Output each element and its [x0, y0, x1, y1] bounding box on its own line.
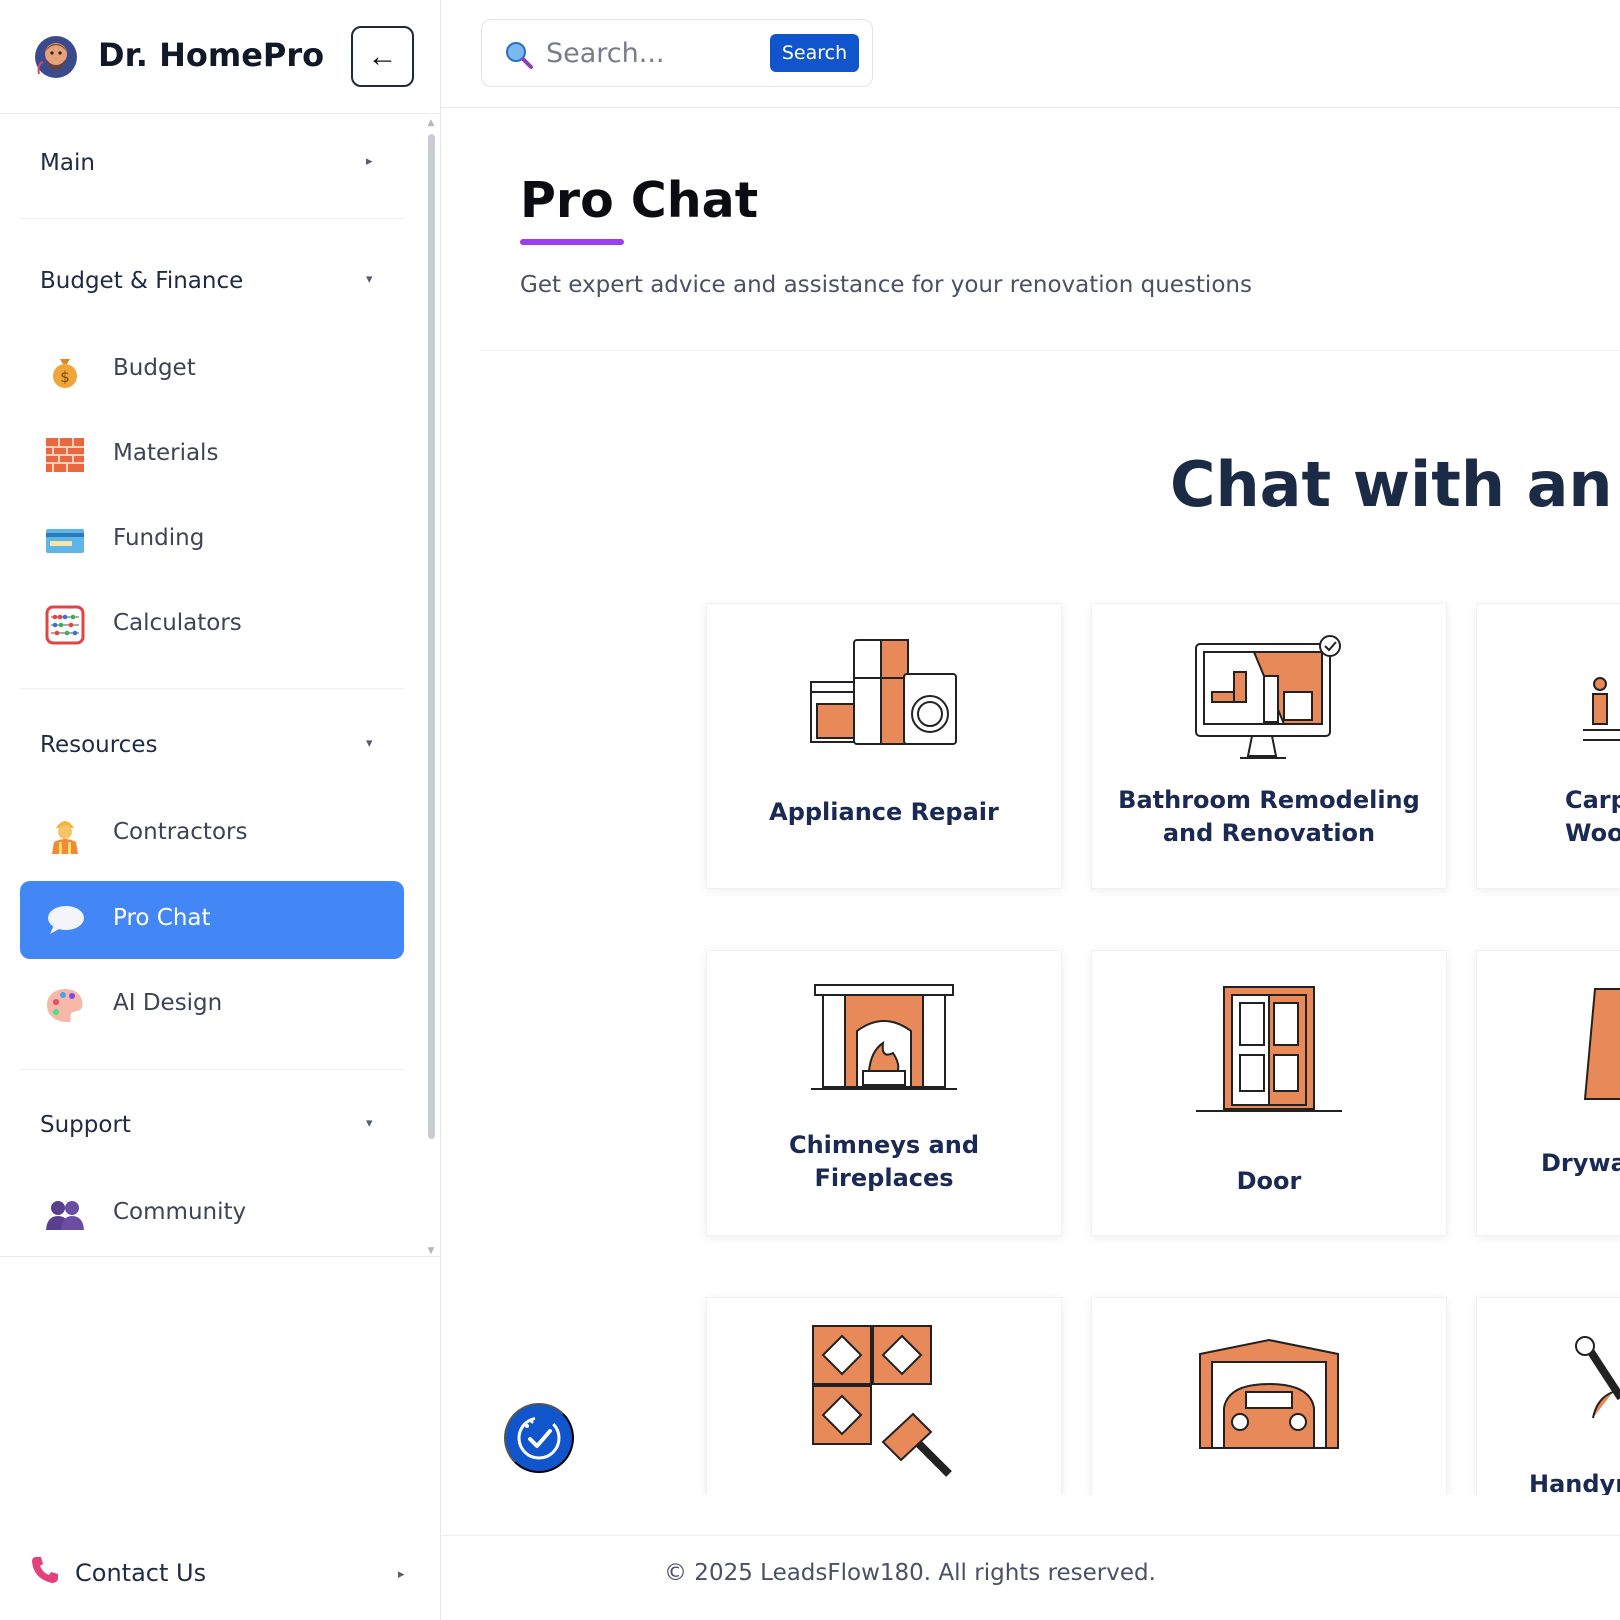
category-name: Door — [1236, 1167, 1302, 1195]
sidebar-item-materials[interactable]: Materials — [20, 416, 404, 494]
palette-icon — [45, 985, 85, 1025]
nav-section-budget-finance[interactable]: Budget & Finance — [40, 268, 243, 294]
arrow-left-icon: ← — [367, 39, 398, 73]
category-card-garage[interactable] — [1091, 1297, 1447, 1495]
sidebar-item-label: Community — [113, 1199, 247, 1225]
door-icon — [1196, 986, 1342, 1112]
category-name: Handyr — [1529, 1470, 1620, 1495]
sidebar-item-funding[interactable]: Funding — [20, 501, 404, 579]
carpentry-icon — [1583, 677, 1620, 741]
search-input[interactable] — [546, 34, 746, 72]
bricks-icon — [45, 435, 85, 475]
nav-section-support[interactable]: Support — [40, 1112, 131, 1138]
people-icon — [45, 1194, 85, 1234]
sidebar-item-pro-chat[interactable]: Pro Chat — [20, 881, 404, 959]
search-box: Search — [481, 19, 873, 87]
chevron-down-icon[interactable]: ▾ — [366, 1116, 373, 1131]
divider — [480, 350, 1620, 351]
sidebar-nav: Main ▸ Budget & Finance ▾ $ Budget Mater… — [0, 114, 422, 1256]
category-name: Drywa — [1541, 1149, 1620, 1177]
sidebar-item-label: Contractors — [113, 819, 248, 845]
category-card-handyman[interactable]: Handyr — [1476, 1297, 1620, 1495]
category-card-door[interactable]: Door — [1091, 950, 1447, 1236]
sidebar-item-budget[interactable]: $ Budget — [20, 331, 404, 409]
sidebar-item-label: Budget — [113, 355, 196, 381]
hero-heading: Chat with an Ex — [1170, 448, 1620, 521]
brand-name: Dr. HomePro — [98, 36, 325, 74]
brand-header: Dr. HomePro ← — [0, 0, 440, 114]
doctor-avatar-logo — [35, 36, 77, 78]
sidebar-item-label: Funding — [113, 525, 205, 551]
chevron-down-icon[interactable]: ▾ — [366, 272, 373, 287]
tiles-brush-icon — [812, 1325, 952, 1477]
appliances-icon — [810, 639, 957, 745]
category-name: Carp Woo — [1565, 786, 1620, 847]
sidebar-item-community[interactable]: Community — [20, 1175, 404, 1253]
chevron-right-icon: ▸ — [398, 1567, 405, 1582]
sidebar-item-label: Pro Chat — [113, 905, 211, 931]
category-card-carpentry[interactable]: Carp Woo — [1476, 603, 1620, 889]
divider — [20, 1069, 404, 1070]
check-circle-icon — [517, 1416, 561, 1460]
search-icon — [506, 42, 533, 69]
top-bar: Search — [441, 0, 1620, 108]
scroll-up-icon[interactable]: ▲ — [426, 118, 436, 128]
category-name: Chimneys and Fireplaces — [788, 1131, 980, 1192]
category-name: Bathroom Remodeling and Renovation — [1118, 786, 1420, 847]
category-name: Appliance Repair — [769, 798, 999, 826]
accessibility-check-button[interactable] — [504, 1403, 574, 1473]
category-card-tiling[interactable] — [706, 1297, 1062, 1495]
scroll-down-icon[interactable]: ▼ — [426, 1246, 436, 1256]
category-grid: Appliance Repair Bathroom Remodeling and … — [441, 590, 1620, 1495]
nav-section-resources[interactable]: Resources — [40, 732, 157, 758]
page-subtitle: Get expert advice and assistance for you… — [520, 272, 1252, 298]
divider — [0, 1256, 440, 1257]
scrollbar-thumb[interactable] — [428, 134, 435, 1139]
bathroom-monitor-icon — [1195, 635, 1341, 759]
sidebar-item-label: Materials — [113, 440, 219, 466]
fireplace-icon — [811, 984, 957, 1090]
category-card-drywall[interactable]: Drywa — [1476, 950, 1620, 1236]
nav-section-main[interactable]: Main — [40, 150, 95, 176]
sidebar-item-label: AI Design — [113, 990, 223, 1016]
contact-us-label: Contact Us — [75, 1559, 207, 1587]
sidebar-item-ai-design[interactable]: AI Design — [20, 966, 404, 1044]
page-title: Pro Chat — [520, 172, 759, 229]
divider — [20, 218, 404, 219]
phone-icon — [32, 1557, 58, 1583]
category-card-bathroom-remodeling[interactable]: Bathroom Remodeling and Renovation — [1091, 603, 1447, 889]
credit-card-icon — [45, 520, 85, 560]
category-card-appliance-repair[interactable]: Appliance Repair — [706, 603, 1062, 889]
speech-bubble-icon — [45, 900, 85, 940]
drywall-icon — [1583, 988, 1620, 1100]
garage-car-icon — [1199, 1338, 1339, 1449]
copyright-text: © 2025 LeadsFlow180. All rights reserved… — [664, 1560, 1156, 1586]
wrench-icon — [1575, 1336, 1620, 1419]
search-button[interactable]: Search — [770, 34, 859, 72]
abacus-icon — [45, 605, 85, 645]
chevron-right-icon[interactable]: ▸ — [366, 154, 373, 169]
money-bag-icon: $ — [45, 350, 85, 390]
sidebar: Dr. HomePro ← Main ▸ Budget & Finance ▾ … — [0, 0, 441, 1620]
title-underline — [520, 239, 624, 245]
category-card-chimneys-fireplaces[interactable]: Chimneys and Fireplaces — [706, 950, 1062, 1236]
divider — [20, 688, 404, 689]
svg-text:$: $ — [60, 368, 70, 386]
contact-us-link[interactable]: Contact Us ▸ — [0, 1535, 440, 1620]
sidebar-item-label: Calculators — [113, 610, 242, 636]
sidebar-item-contractors[interactable]: Contractors — [20, 795, 404, 873]
chevron-down-icon[interactable]: ▾ — [366, 736, 373, 751]
footer: © 2025 LeadsFlow180. All rights reserved… — [441, 1535, 1620, 1620]
sidebar-item-calculators[interactable]: Calculators — [20, 586, 404, 664]
collapse-sidebar-button[interactable]: ← — [351, 26, 414, 87]
construction-worker-icon — [45, 814, 85, 854]
sidebar-scrollbar[interactable]: ▲ ▼ — [426, 118, 436, 1256]
